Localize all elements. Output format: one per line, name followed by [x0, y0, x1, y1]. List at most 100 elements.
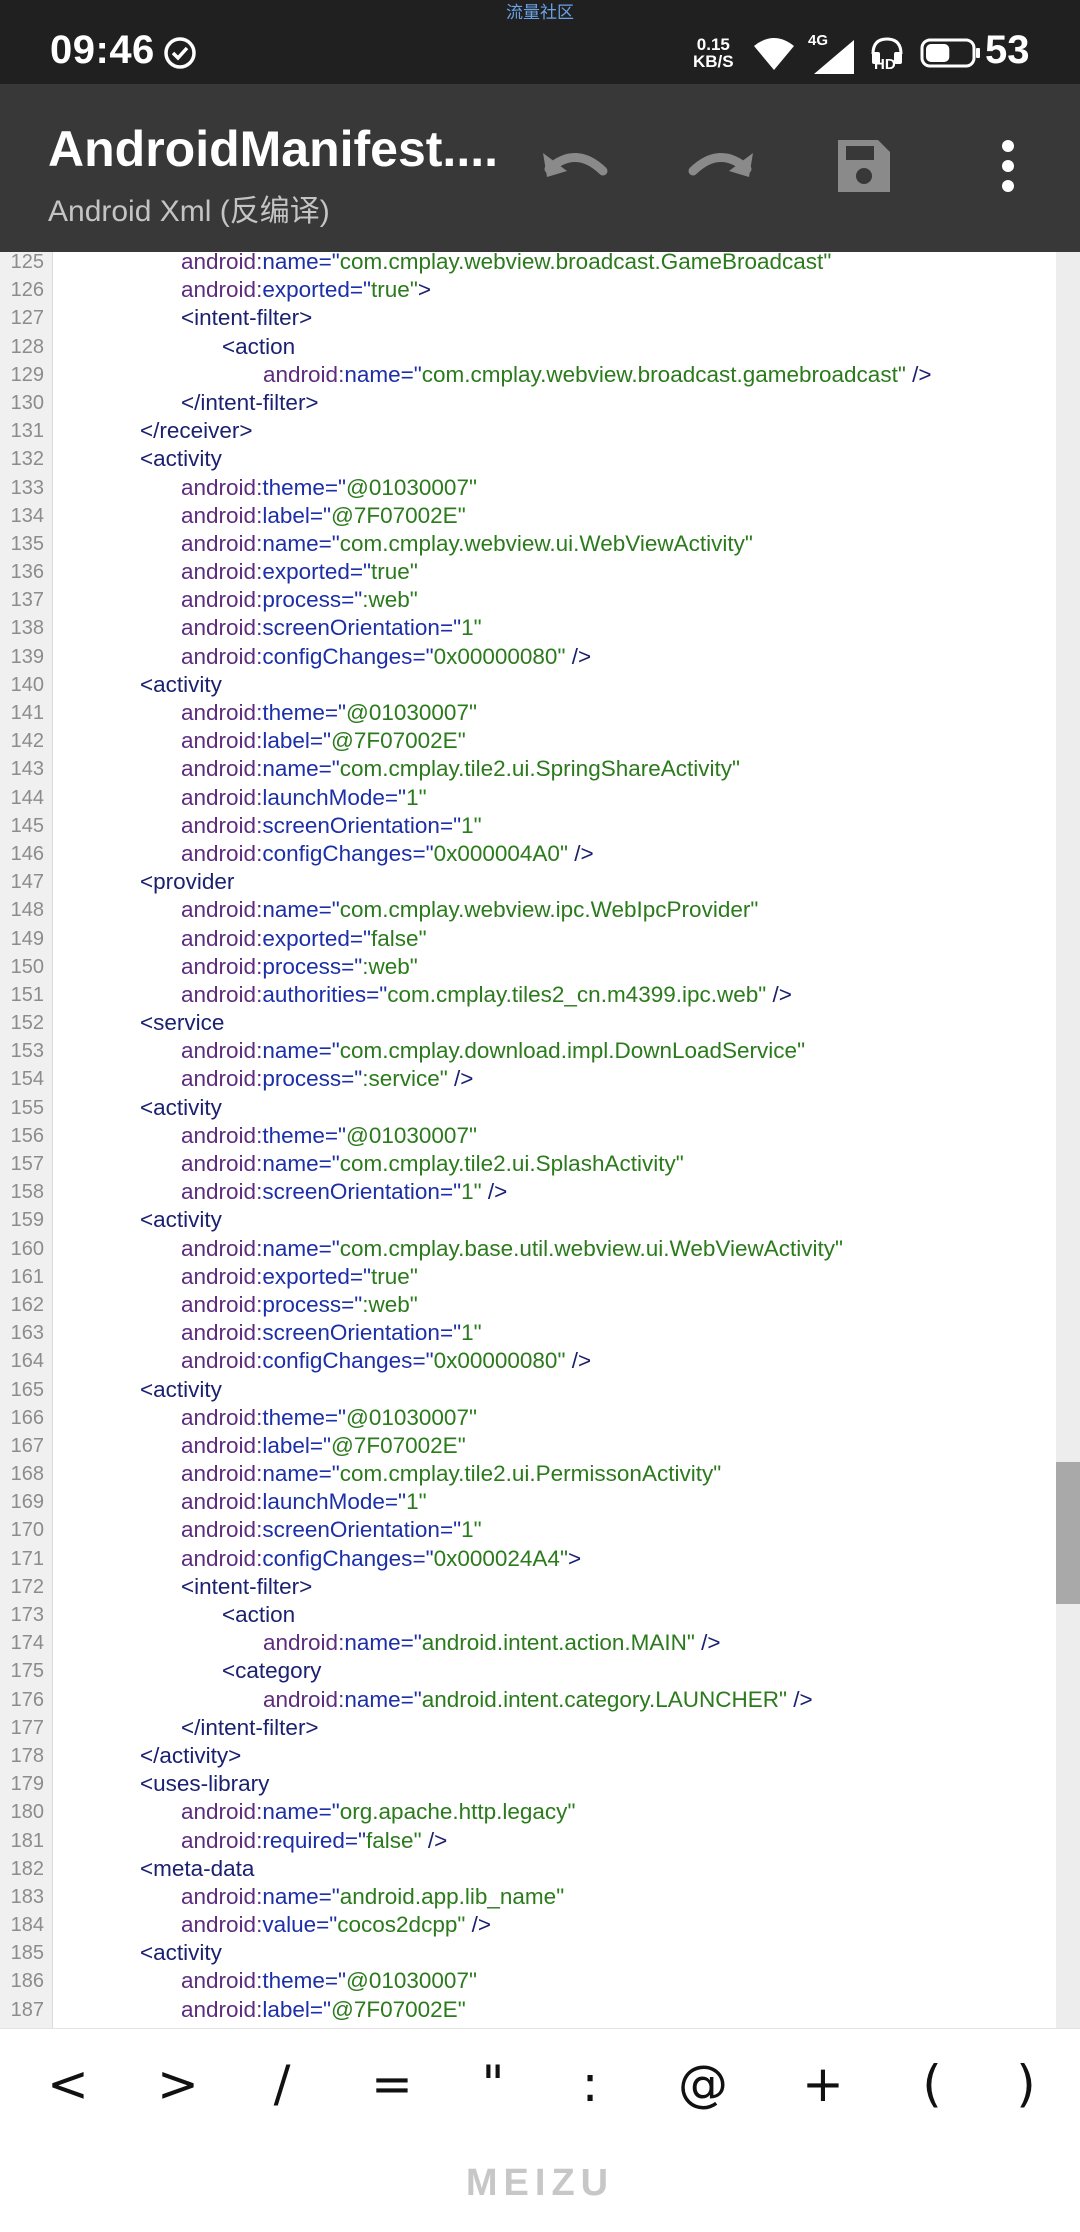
xml-tag: </activity>	[140, 1742, 242, 1768]
code-editor[interactable]: 125 android:name="com.cmplay.webview.broa…	[0, 252, 1080, 2028]
code-punctuation: ="	[324, 474, 347, 500]
xml-attribute: label	[262, 502, 310, 528]
xml-namespace: android	[181, 559, 257, 585]
line-number: 130	[10, 391, 44, 414]
xml-namespace: android	[181, 1545, 257, 1571]
xml-value: com.cmplay.download.impl.DownLoadService	[339, 1038, 798, 1064]
xml-attribute: name	[262, 1799, 319, 1825]
code-punctuation: ="	[349, 925, 372, 951]
code-punctuation: ="	[318, 1799, 340, 1825]
xml-namespace: android	[181, 1263, 257, 1289]
line-number: 182	[10, 1857, 44, 1880]
code-punctuation: "	[418, 784, 427, 810]
scrollbar[interactable]	[1056, 252, 1080, 2028]
xml-tag: <activity	[140, 446, 222, 472]
line-number: 173	[10, 1604, 44, 1626]
line-number: 147	[10, 871, 44, 894]
code-text: android:name="com.cmplay.webview.broadca…	[181, 252, 831, 276]
code-punctuation: "	[797, 1038, 806, 1064]
code-text: </activity>	[140, 1742, 241, 1770]
xml-attribute: configChanges	[262, 1348, 413, 1374]
symbol-key[interactable]: +	[778, 2041, 868, 2127]
xml-value: false	[366, 1827, 414, 1853]
scrollbar-thumb[interactable]	[1056, 1462, 1080, 1604]
code-text: <activity	[140, 445, 222, 473]
line-number: 178	[10, 1744, 44, 1767]
line-number: 167	[10, 1434, 44, 1457]
line-number: 184	[10, 1914, 44, 1937]
xml-namespace: android	[181, 981, 257, 1007]
code-text: </intent-filter>	[181, 389, 319, 417]
symbol-key[interactable]: "	[448, 2041, 538, 2127]
line-number: 125	[10, 252, 44, 273]
symbol-key[interactable]: =	[347, 2041, 437, 2127]
symbol-key[interactable]: @	[658, 2041, 748, 2127]
undo-button[interactable]	[536, 128, 616, 208]
code-text: android:exported="false"	[181, 925, 427, 953]
code-punctuation: "	[556, 1883, 565, 1909]
xml-value: 1	[406, 1489, 419, 1515]
code-punctuation: ="	[309, 1432, 332, 1458]
xml-value: android.intent.action.MAIN	[421, 1630, 687, 1656]
symbol-key[interactable]: (	[887, 2041, 977, 2127]
wifi-icon	[752, 36, 796, 75]
line-number: 137	[10, 589, 44, 612]
xml-namespace: android	[181, 1038, 257, 1064]
symbol-key[interactable]: :	[545, 2041, 635, 2127]
line-number: 133	[10, 476, 44, 499]
redo-button[interactable]	[680, 128, 760, 208]
xml-namespace: android	[181, 812, 257, 838]
save-button[interactable]	[824, 128, 904, 208]
symbol-key[interactable]: >	[133, 2041, 223, 2127]
code-line: 150 android:process=":web"	[0, 953, 1060, 981]
code-punctuation: ="	[318, 1883, 340, 1909]
line-number: 134	[10, 504, 44, 527]
xml-tag: <action	[222, 333, 296, 359]
code-punctuation: ="	[341, 1291, 363, 1317]
code-text: android:screenOrientation="1"	[181, 614, 482, 642]
xml-namespace: android	[181, 530, 257, 556]
xml-tag-end: />	[766, 981, 792, 1007]
xml-attribute: launchMode	[262, 1489, 385, 1515]
code-punctuation: "	[559, 840, 568, 866]
more-options-button[interactable]	[968, 128, 1048, 208]
code-line: 158 android:screenOrientation="1" />	[0, 1178, 1060, 1206]
xml-tag: <intent-filter>	[181, 1573, 313, 1599]
line-number: 127	[10, 307, 44, 330]
code-text: android:name="com.cmplay.tile2.ui.Permis…	[181, 1460, 721, 1488]
clock: 09:46	[50, 28, 155, 72]
code-line: 126 android:exported="true">	[0, 276, 1060, 304]
code-text: android:exported="true"	[181, 558, 418, 586]
line-number: 143	[10, 758, 44, 781]
code-line: 166 android:theme="@01030007"	[0, 1404, 1060, 1432]
symbol-key[interactable]: <	[23, 2041, 113, 2127]
network-speed-value: 0.15	[696, 35, 730, 54]
xml-namespace: android	[181, 756, 257, 782]
line-number: 187	[10, 1998, 44, 2021]
xml-value: @7F07002E	[331, 728, 458, 754]
xml-attribute: exported	[262, 559, 350, 585]
code-punctuation: ="	[318, 756, 340, 782]
xml-attribute: label	[262, 728, 310, 754]
xml-namespace: android	[181, 840, 257, 866]
line-number: 158	[10, 1181, 44, 1204]
line-number: 177	[10, 1716, 44, 1739]
code-text: android:name="android.intent.category.LA…	[263, 1686, 813, 1714]
code-punctuation: "	[409, 953, 418, 979]
xml-value: @7F07002E	[331, 1996, 458, 2022]
code-text: android:launchMode="1"	[181, 784, 427, 812]
xml-attribute: name	[262, 897, 319, 923]
code-line: 127 <intent-filter>	[0, 304, 1060, 332]
symbol-key[interactable]: /	[237, 2041, 327, 2127]
code-line: 142 android:label="@7F07002E"	[0, 727, 1060, 755]
xml-namespace: android	[263, 1630, 339, 1656]
code-punctuation: ="	[324, 700, 347, 725]
xml-value: @01030007	[346, 700, 469, 725]
code-punctuation: ="	[400, 1630, 422, 1656]
symbol-key[interactable]: )	[981, 2041, 1071, 2127]
code-line: 144 android:launchMode="1"	[0, 784, 1060, 812]
xml-namespace: android	[263, 1686, 339, 1712]
xml-namespace: android	[181, 615, 257, 641]
xml-tag: </intent-filter>	[181, 389, 319, 415]
code-punctuation: "	[409, 559, 418, 585]
